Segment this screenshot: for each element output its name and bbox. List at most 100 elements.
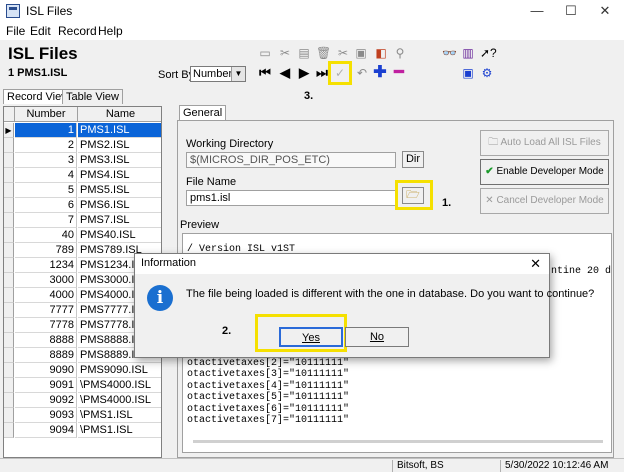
row-selector[interactable]	[4, 168, 14, 183]
cell-name[interactable]: PMS40.ISL	[78, 228, 161, 243]
cell-number[interactable]: 8889	[15, 348, 77, 363]
cell-name[interactable]: PMS1.ISL	[78, 123, 161, 138]
menu-edit[interactable]: Edit	[30, 24, 51, 38]
table-row[interactable]: 9091 \PMS4000.ISL	[4, 378, 161, 393]
delete-record-icon[interactable]: 🗑	[316, 46, 331, 60]
cell-number[interactable]: 1	[15, 123, 77, 138]
cell-number[interactable]: 4000	[15, 288, 77, 303]
cell-number[interactable]: 40	[15, 228, 77, 243]
column-header-number[interactable]: Number	[15, 107, 78, 122]
cell-number[interactable]: 7777	[15, 303, 77, 318]
auto-load-button[interactable]: 🗀 Auto Load All ISL Files	[480, 130, 609, 156]
cell-name[interactable]: PMS3.ISL	[78, 153, 161, 168]
first-record-button[interactable]: ⏮	[258, 65, 272, 81]
settings-icon[interactable]: ⚙	[480, 66, 494, 80]
dialog-close-button[interactable]: ✕	[530, 256, 541, 272]
horizontal-scrollbar[interactable]	[193, 440, 603, 443]
enable-developer-button[interactable]: ✔ Enable Developer Mode	[480, 159, 609, 185]
row-selector[interactable]	[4, 408, 14, 423]
table-row[interactable]: 3 PMS3.ISL	[4, 153, 161, 168]
cut-icon[interactable]: ✂	[336, 46, 350, 60]
monitor-icon[interactable]: ▣	[461, 66, 475, 80]
cell-number[interactable]: 3000	[15, 273, 77, 288]
link-icon[interactable]: ⚲	[393, 46, 407, 60]
dir-button[interactable]: Dir	[402, 151, 424, 168]
cell-number[interactable]: 9093	[15, 408, 77, 423]
close-button[interactable]: ✕	[588, 0, 622, 22]
cell-name[interactable]: \PMS4000.ISL	[78, 378, 161, 393]
table-row[interactable]: 9094 \PMS1.ISL	[4, 423, 161, 438]
row-selector[interactable]	[4, 393, 14, 408]
table-row[interactable]: 9090 PMS9090.ISL	[4, 363, 161, 378]
cell-number[interactable]: 1234	[15, 258, 77, 273]
table-row[interactable]: 5 PMS5.ISL	[4, 183, 161, 198]
add-record-icon[interactable]: ✚	[373, 65, 387, 81]
report-icon[interactable]: ◧	[374, 46, 388, 60]
yes-button[interactable]: Yes	[279, 327, 343, 347]
row-selector[interactable]	[4, 243, 14, 258]
chevron-down-icon[interactable]: ▼	[231, 67, 245, 81]
row-selector[interactable]	[4, 273, 14, 288]
row-selector[interactable]	[4, 213, 14, 228]
row-selector[interactable]	[4, 228, 14, 243]
copy-record-icon[interactable]: ✂	[278, 46, 292, 60]
cell-name[interactable]: \PMS1.ISL	[78, 408, 161, 423]
table-row[interactable]: 40 PMS40.ISL	[4, 228, 161, 243]
binoculars-icon[interactable]: 👓	[442, 46, 457, 60]
cell-number[interactable]: 3	[15, 153, 77, 168]
row-selector[interactable]	[4, 258, 14, 273]
cell-name[interactable]: PMS4.ISL	[78, 168, 161, 183]
table-row[interactable]: 6 PMS6.ISL	[4, 198, 161, 213]
help-pointer-icon[interactable]: ➚?	[480, 46, 497, 60]
cell-name[interactable]: PMS6.ISL	[78, 198, 161, 213]
cell-number[interactable]: 9094	[15, 423, 77, 438]
cancel-developer-button[interactable]: ✕ Cancel Developer Mode	[480, 188, 609, 214]
cell-name[interactable]: \PMS1.ISL	[78, 423, 161, 438]
cell-number[interactable]: 7	[15, 213, 77, 228]
remove-record-icon[interactable]: ━	[392, 65, 406, 81]
sort-by-select[interactable]: Number ▼	[190, 66, 246, 82]
cell-number[interactable]: 5	[15, 183, 77, 198]
row-selector[interactable]: ▶	[4, 123, 14, 138]
table-row[interactable]: ▶ 1 PMS1.ISL	[4, 123, 161, 138]
menu-file[interactable]: File	[6, 24, 25, 38]
row-selector[interactable]	[4, 363, 14, 378]
next-record-button[interactable]: ▶	[297, 65, 311, 81]
tab-table-view[interactable]: Table View	[62, 89, 123, 104]
table-row[interactable]: 9093 \PMS1.ISL	[4, 408, 161, 423]
column-header-name[interactable]: Name	[78, 107, 161, 122]
row-selector[interactable]	[4, 318, 14, 333]
row-selector[interactable]	[4, 138, 14, 153]
save-check-icon[interactable]: ✓	[333, 66, 347, 80]
cell-number[interactable]: 9090	[15, 363, 77, 378]
cell-number[interactable]: 789	[15, 243, 77, 258]
cell-number[interactable]: 2	[15, 138, 77, 153]
last-record-button[interactable]: ⏭	[315, 65, 329, 81]
undo-icon[interactable]: ↶	[355, 66, 369, 80]
row-selector[interactable]	[4, 198, 14, 213]
row-selector[interactable]	[4, 333, 14, 348]
previous-record-button[interactable]: ◀	[278, 65, 292, 81]
menu-record[interactable]: Record	[58, 24, 97, 38]
new-record-icon[interactable]: ▭	[258, 46, 272, 60]
cell-number[interactable]: 7778	[15, 318, 77, 333]
row-selector[interactable]	[4, 183, 14, 198]
no-button[interactable]: No	[345, 327, 409, 347]
cell-number[interactable]: 6	[15, 198, 77, 213]
cell-name[interactable]: \PMS4000.ISL	[78, 393, 161, 408]
row-selector[interactable]	[4, 153, 14, 168]
table-row[interactable]: 9092 \PMS4000.ISL	[4, 393, 161, 408]
table-row[interactable]: 7 PMS7.ISL	[4, 213, 161, 228]
row-selector[interactable]	[4, 348, 14, 363]
cell-number[interactable]: 9092	[15, 393, 77, 408]
paste-icon[interactable]: ▣	[354, 46, 368, 60]
paste-record-icon[interactable]: ▤	[297, 46, 311, 60]
maximize-button[interactable]: ☐	[554, 0, 588, 22]
cell-name[interactable]: PMS5.ISL	[78, 183, 161, 198]
tab-general[interactable]: General	[179, 105, 227, 121]
cell-number[interactable]: 9091	[15, 378, 77, 393]
menu-help[interactable]: Help	[98, 24, 123, 38]
cell-name[interactable]: PMS7.ISL	[78, 213, 161, 228]
file-name-field[interactable]: pms1.isl	[186, 190, 396, 206]
cell-name[interactable]: PMS2.ISL	[78, 138, 161, 153]
